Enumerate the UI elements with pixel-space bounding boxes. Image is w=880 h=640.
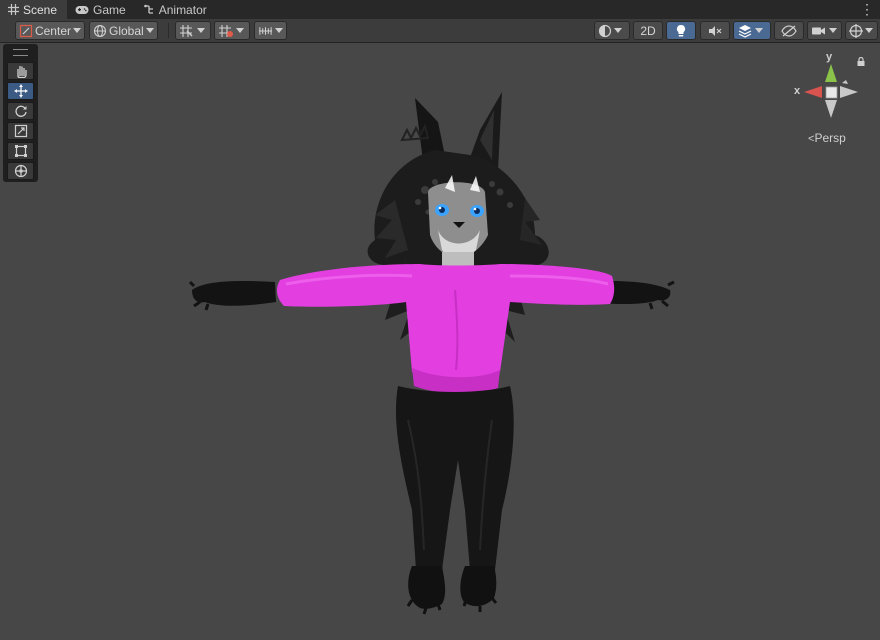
- scale-tool-button[interactable]: [7, 122, 34, 140]
- scale-icon: [14, 124, 27, 138]
- transform-tool-button[interactable]: [7, 162, 34, 180]
- neg-y-axis-cone[interactable]: [825, 100, 837, 118]
- palette-grip-handle[interactable]: [13, 49, 28, 56]
- globe-icon: [93, 24, 107, 37]
- editor-tab-bar: Scene Game Animator ⋮: [0, 0, 880, 19]
- snap-increment-icon: [219, 24, 233, 37]
- lightbulb-icon: [676, 24, 686, 36]
- hand-icon: [16, 66, 27, 78]
- space-mode-label: Global: [109, 23, 144, 38]
- move-tool-button[interactable]: [7, 82, 34, 100]
- animator-icon: [143, 4, 153, 14]
- effects-dropdown[interactable]: [733, 21, 771, 40]
- toolbar-divider: [168, 23, 169, 38]
- shading-mode-icon: [598, 24, 612, 37]
- lighting-toggle[interactable]: [666, 21, 696, 40]
- audio-muted-icon: [709, 25, 722, 36]
- chevron-down-icon: [865, 28, 873, 33]
- rect-transform-icon: [14, 145, 27, 157]
- grid-snap-icon: [180, 24, 193, 37]
- 2d-mode-label: 2D: [640, 23, 656, 38]
- gizmo-globe-icon: [849, 23, 863, 38]
- transform-all-icon: [14, 164, 27, 178]
- projection-label: Persp: [814, 131, 846, 145]
- camera-settings-dropdown[interactable]: [807, 21, 842, 40]
- chevron-down-icon: [197, 28, 205, 33]
- draw-mode-dropdown[interactable]: [594, 21, 630, 40]
- grid-icon: [8, 4, 19, 15]
- pivot-mode-dropdown[interactable]: Center: [15, 21, 85, 40]
- ruler-icon: [258, 26, 273, 35]
- x-axis-cone[interactable]: [804, 86, 822, 98]
- tab-game-label: Game: [93, 2, 126, 17]
- gizmo-x-label: x: [794, 85, 801, 97]
- grid-snapping-button[interactable]: [175, 21, 211, 40]
- transform-tools-palette: [3, 44, 38, 182]
- neg-x-axis-cone[interactable]: [840, 86, 858, 98]
- more-options-icon[interactable]: ⋮: [854, 0, 880, 19]
- gizmo-y-label: y: [826, 51, 833, 63]
- tab-animator[interactable]: Animator: [136, 0, 217, 19]
- tab-scene[interactable]: Scene: [0, 0, 68, 19]
- y-axis-cone[interactable]: [825, 64, 837, 82]
- lock-icon[interactable]: [857, 57, 865, 66]
- chevron-down-icon: [829, 28, 837, 33]
- scene-toolbar: Center Global 2D: [0, 19, 880, 43]
- gizmos-dropdown[interactable]: [845, 21, 878, 40]
- chevron-down-icon: [755, 28, 763, 33]
- move-arrows-icon: [14, 84, 27, 98]
- space-mode-dropdown[interactable]: Global: [89, 21, 158, 40]
- chevron-down-icon: [73, 28, 81, 33]
- hand-tool-button[interactable]: [7, 62, 34, 80]
- tab-animator-label: Animator: [158, 2, 207, 17]
- hidden-eye-icon: [781, 24, 797, 37]
- ruler-snapping-button[interactable]: [254, 21, 287, 40]
- pivot-center-icon: [19, 24, 33, 37]
- rotate-icon: [14, 105, 27, 117]
- chevron-down-icon: [145, 28, 154, 33]
- avatar-model[interactable]: [180, 80, 680, 620]
- gizmo-center-cube[interactable]: [825, 86, 838, 99]
- chevron-down-icon: [236, 28, 244, 33]
- rect-tool-button[interactable]: [7, 142, 34, 160]
- rotate-tool-button[interactable]: [7, 102, 34, 120]
- tab-game[interactable]: Game: [67, 0, 136, 19]
- chevron-down-icon: [275, 28, 283, 33]
- scene-visibility-toggle[interactable]: [774, 21, 804, 40]
- 2d-mode-toggle[interactable]: 2D: [633, 21, 663, 40]
- camera-icon: [812, 27, 825, 34]
- audio-toggle[interactable]: [700, 21, 730, 40]
- tab-scene-label: Scene: [23, 2, 58, 17]
- layers-icon: [738, 24, 752, 38]
- projection-toggle[interactable]: <Persp: [808, 131, 846, 145]
- gamepad-icon: [75, 5, 89, 14]
- chevron-down-icon: [614, 28, 622, 33]
- pivot-mode-label: Center: [34, 23, 71, 38]
- increment-snapping-button[interactable]: [214, 21, 250, 40]
